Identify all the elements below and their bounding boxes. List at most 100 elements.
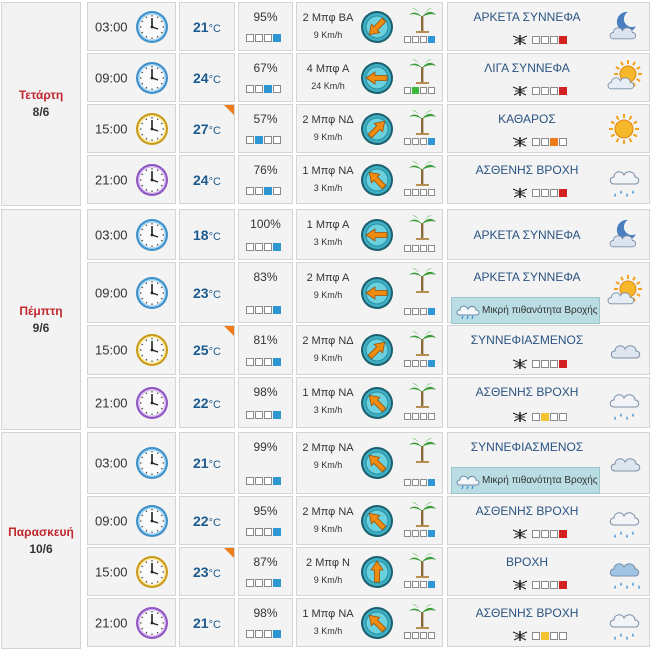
time-label: 21:00: [95, 395, 128, 410]
level-square: [264, 243, 272, 251]
time-label: 21:00: [95, 172, 128, 187]
wind-direction-icon: [360, 386, 394, 420]
level-square: [420, 189, 427, 196]
level-square: [532, 530, 540, 538]
weather-graphic: [609, 219, 637, 247]
level-square: [420, 87, 427, 94]
level-square: [428, 87, 435, 94]
wind-cell: 2 Μπφ ΝΑ 9 Km/h: [296, 432, 443, 494]
sky-cell: ΑΣΘΕΝΗΣ ΒΡΟΧΗ: [447, 598, 650, 647]
wind-cell: 1 Μπφ Α 3 Km/h: [296, 209, 443, 260]
humidity-level-bar: [246, 630, 282, 638]
temperature-unit: °C: [208, 73, 221, 86]
palm-tree: [409, 438, 436, 463]
level-square: [428, 245, 435, 252]
humidity-level-bar: [246, 306, 282, 314]
humidity-value: 100%: [250, 217, 281, 231]
temperature: 23°C: [193, 564, 221, 580]
wind-level-bar: [404, 138, 436, 145]
level-square: [273, 579, 281, 587]
time-cell: 21:00: [87, 598, 176, 647]
level-square: [412, 413, 419, 420]
wind-beaufort: 1 Μπφ ΝΑ: [302, 608, 354, 620]
wind-direction-icon: [360, 276, 394, 310]
time-cell: 21:00: [87, 155, 176, 204]
humidity-level-bar: [246, 243, 282, 251]
mosquito: [512, 580, 528, 590]
wind-beaufort: 1 Μπφ ΝΑ: [302, 387, 354, 399]
mosquito-icon: [512, 135, 528, 148]
temperature-unit: °C: [208, 459, 221, 471]
level-square: [550, 189, 558, 197]
sky-condition: ΑΣΘΕΝΗΣ ΒΡΟΧΗ: [475, 606, 579, 620]
level-square: [541, 189, 549, 197]
wind-level-bar: [404, 189, 436, 196]
clock-face: [136, 218, 168, 251]
compass-arrow: [361, 447, 393, 479]
wind-speed: 9 Km/h: [313, 30, 343, 40]
wind-beaufort: 2 Μπφ ΝΔ: [302, 335, 354, 347]
temperature: 18°C: [193, 227, 221, 243]
level-square: [273, 187, 281, 195]
day-label: Πέμπτη 9/6: [1, 209, 81, 430]
time-label: 15:00: [95, 564, 128, 579]
palm-tree: [409, 8, 436, 33]
wind-level-bar: [404, 36, 436, 43]
level-square: [273, 136, 281, 144]
clock-face: [136, 334, 168, 366]
level-square: [541, 36, 549, 44]
level-square: [428, 36, 435, 43]
time-label: 09:00: [95, 513, 128, 528]
day-date: 8/6: [32, 105, 50, 119]
sun-cloud-icon: [606, 59, 642, 96]
level-square: [412, 87, 419, 94]
palm-tree: [409, 59, 436, 84]
wind-beaufort: 2 Μπφ ΝΔ: [302, 114, 354, 126]
level-square: [255, 136, 263, 144]
temperature-cell: 21°C: [179, 598, 235, 647]
level-square: [420, 632, 427, 639]
level-square: [412, 632, 419, 639]
wind-cell: 1 Μπφ ΝΑ 3 Km/h: [296, 377, 443, 428]
level-square: [420, 581, 427, 588]
level-square: [264, 411, 272, 419]
level-square: [412, 138, 419, 145]
clock-face: [136, 555, 168, 588]
wind-cell: 1 Μπφ ΝΑ 3 Km/h: [296, 155, 443, 204]
level-square: [255, 358, 263, 366]
wind-direction-icon: [360, 112, 394, 146]
mosquito: [512, 35, 528, 45]
clock-face: [136, 606, 168, 639]
time-label: 03:00: [95, 227, 128, 242]
wind-beaufort: 2 Μπφ ΝΑ: [302, 442, 354, 454]
level-square: [550, 36, 558, 44]
humidity-level-bar: [246, 411, 282, 419]
level-square: [404, 138, 411, 145]
humidity-value: 95%: [253, 504, 278, 518]
mosquito-level-bar: [532, 360, 568, 368]
wind-cell: 1 Μπφ ΝΑ 3 Km/h: [296, 598, 443, 647]
level-square: [273, 528, 281, 536]
temperature-value: 21: [193, 18, 209, 35]
sky-cell: ΚΑΘΑΡΟΣ: [447, 104, 650, 153]
humidity-value: 57%: [253, 112, 278, 126]
sky-condition: ΣΥΝΝΕΦΙΑΣΜΕΝΟΣ: [470, 440, 584, 454]
level-square: [532, 581, 540, 589]
level-square: [246, 34, 254, 42]
level-square: [412, 360, 419, 367]
level-square: [420, 479, 427, 486]
humidity-level-bar: [246, 85, 282, 93]
mosquito-icon: [512, 629, 528, 642]
wind-level-bar: [404, 413, 436, 420]
humidity-cell: 95%: [238, 496, 293, 545]
mosquito-icon: [512, 527, 528, 540]
level-square: [559, 87, 567, 95]
level-square: [550, 413, 558, 421]
level-square: [559, 360, 567, 368]
time-cell: 15:00: [87, 547, 176, 596]
weather-graphic: [607, 274, 642, 304]
sky-cell: ΛΙΓΑ ΣΥΝΝΕΦΑ: [447, 53, 650, 102]
time-cell: 21:00: [87, 377, 176, 428]
humidity-cell: 81%: [238, 325, 293, 375]
time-cell: 09:00: [87, 53, 176, 102]
